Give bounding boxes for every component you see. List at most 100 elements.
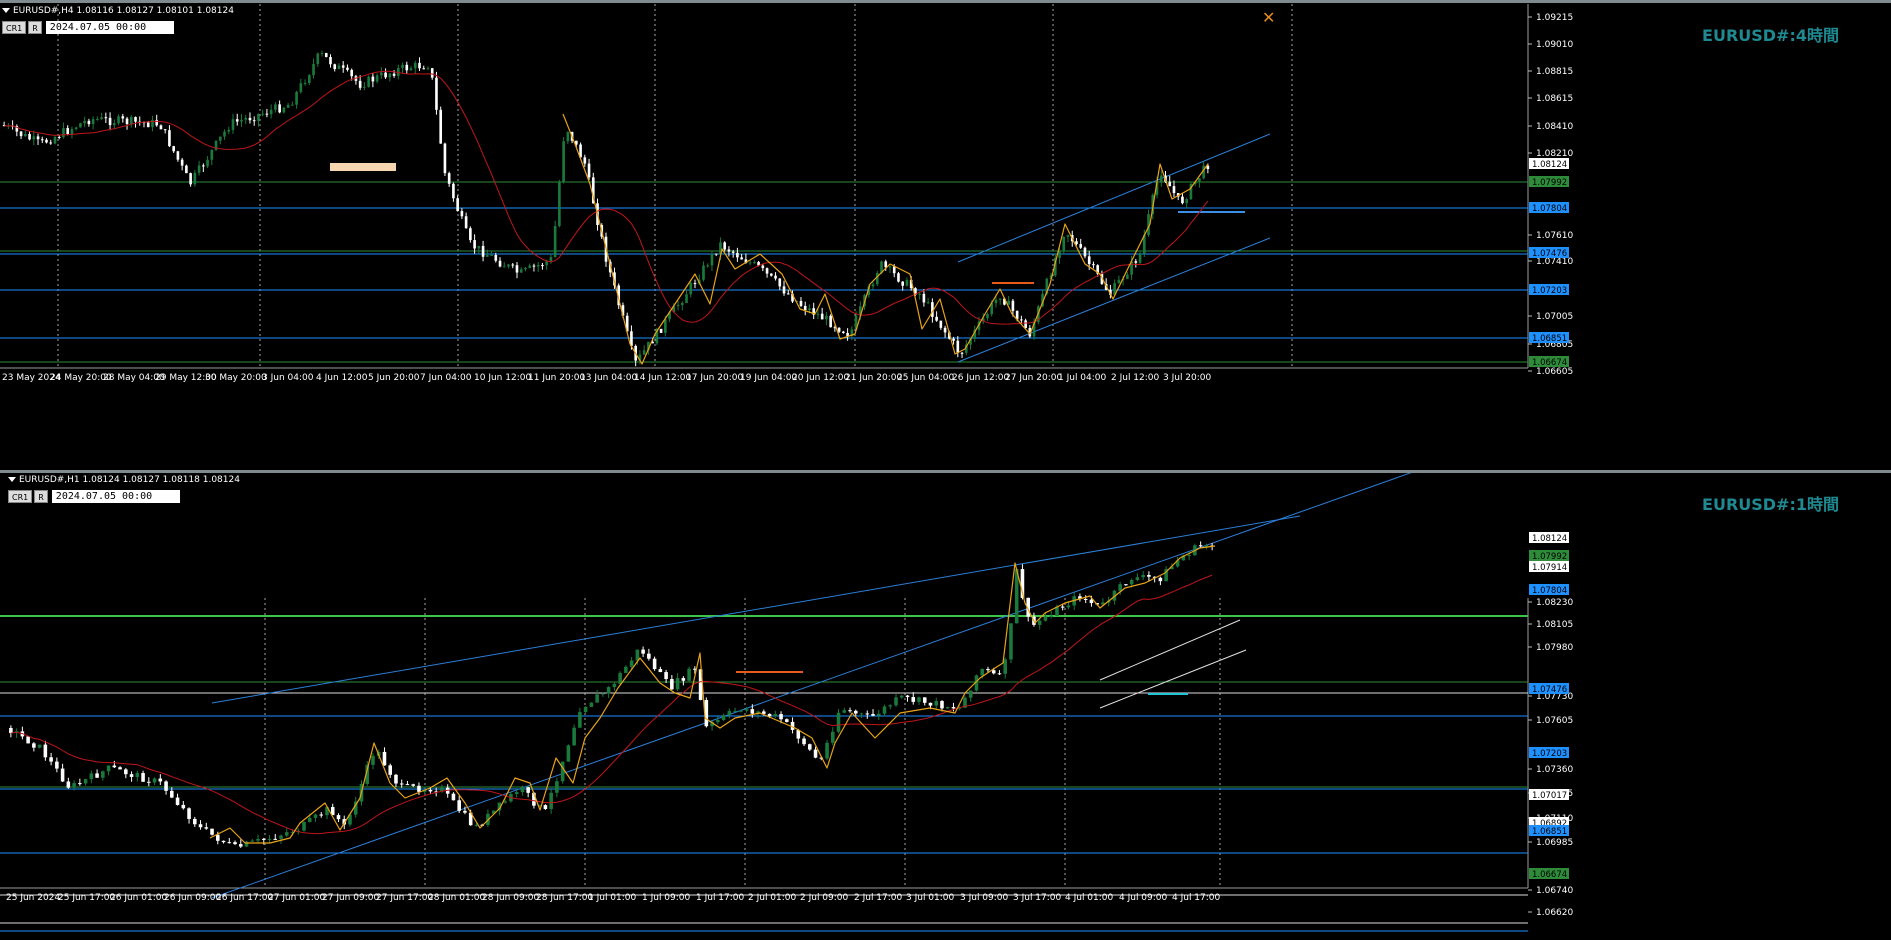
collapse-triangle-icon[interactable] bbox=[2, 8, 10, 13]
candle-body bbox=[295, 91, 298, 105]
time-axis-label: 1 Jul 04:00 bbox=[1058, 373, 1107, 383]
h4-watermark: EURUSD#:4時間 bbox=[1702, 26, 1839, 45]
candle-body bbox=[198, 824, 203, 828]
time-axis-label: 28 Jun 17:00 bbox=[536, 893, 593, 903]
candle-body bbox=[739, 710, 743, 712]
candle-body bbox=[1198, 178, 1201, 183]
time-axis-label: 28 Jun 09:00 bbox=[482, 893, 539, 903]
candle-body bbox=[731, 251, 735, 253]
candle-body bbox=[641, 649, 645, 654]
candle-body bbox=[1060, 606, 1065, 608]
h1-datetime-field[interactable]: 2024.07.05 00:00 bbox=[51, 490, 180, 503]
trend-line bbox=[957, 133, 1271, 263]
collapse-triangle-icon[interactable] bbox=[8, 477, 16, 482]
price-tag-text: 1.07476 bbox=[1532, 249, 1567, 259]
candle-body bbox=[710, 253, 714, 266]
candle-body bbox=[457, 800, 461, 811]
price-axis-label: 1.08210 bbox=[1536, 149, 1573, 159]
candle-body bbox=[560, 761, 565, 782]
time-axis-label: 3 Jun 04:00 bbox=[262, 373, 314, 383]
crosshair-cursor-icon: ✕ bbox=[1262, 8, 1276, 27]
time-axis-label: 20 Jun 12:00 bbox=[792, 373, 849, 383]
candle-body bbox=[831, 731, 835, 743]
candle-body bbox=[291, 104, 294, 106]
candle-body bbox=[736, 252, 739, 258]
candle-body bbox=[202, 165, 205, 167]
h1-toolbar: CR1 R 2024.07.05 00:00 bbox=[8, 490, 180, 503]
candle-body bbox=[991, 670, 996, 674]
candle-body bbox=[388, 765, 392, 775]
h1-r-button[interactable]: R bbox=[34, 490, 48, 503]
price-axis-label: 1.06620 bbox=[1536, 908, 1573, 918]
candle-body bbox=[773, 714, 778, 717]
h4-cr1-button[interactable]: CR1 bbox=[2, 21, 27, 34]
candle-body bbox=[227, 129, 231, 132]
candle-body bbox=[545, 261, 548, 266]
candle-body bbox=[1172, 186, 1176, 194]
candle-body bbox=[1020, 319, 1023, 321]
candle-body bbox=[146, 122, 150, 128]
candle-body bbox=[1141, 574, 1145, 578]
candle-body bbox=[901, 281, 905, 286]
candle-body bbox=[240, 119, 243, 122]
price-tag-text: 1.08124 bbox=[1532, 160, 1567, 170]
h1-ohlc-text: EURUSD#,H1 1.08124 1.08127 1.08118 1.081… bbox=[19, 475, 240, 485]
candle-body bbox=[998, 298, 1002, 300]
candle-body bbox=[443, 143, 447, 174]
time-axis-label: 3 Jul 17:00 bbox=[1013, 893, 1062, 903]
candle-body bbox=[612, 683, 617, 688]
candle-body bbox=[952, 338, 955, 341]
candle-body bbox=[19, 131, 23, 137]
candle-body bbox=[1062, 236, 1066, 251]
candle-body bbox=[463, 810, 467, 813]
candle-body bbox=[589, 702, 594, 707]
candle-body bbox=[428, 789, 433, 792]
candle-body bbox=[820, 313, 824, 320]
candle-body bbox=[49, 757, 53, 762]
trend-line bbox=[211, 473, 1412, 899]
h4-chart-canvas[interactable]: 1.09215 1.09010 1.08815 1.08615 1.08410 1.082… bbox=[0, 4, 1891, 470]
candle-body bbox=[313, 814, 318, 818]
candle-body bbox=[405, 64, 409, 71]
time-axis-label: 11 Jun 20:00 bbox=[528, 373, 585, 383]
h4-datetime-field[interactable]: 2024.07.05 00:00 bbox=[45, 21, 174, 34]
candle-body bbox=[888, 266, 892, 268]
candle-body bbox=[897, 273, 900, 282]
candle-body bbox=[405, 784, 410, 786]
price-axis-label: 1.07610 bbox=[1536, 231, 1573, 241]
candle-body bbox=[727, 249, 731, 252]
chart-pane-h1[interactable]: 1.08230 1.08105 1.07980 1.07730 1.07605 1.073… bbox=[0, 473, 1891, 940]
candle-body bbox=[1087, 256, 1091, 265]
candle-body bbox=[986, 314, 989, 319]
candle-body bbox=[553, 226, 557, 258]
candle-body bbox=[744, 709, 749, 711]
candle-body bbox=[905, 695, 910, 698]
candle-body bbox=[774, 275, 777, 279]
candle-body bbox=[261, 838, 266, 840]
candle-body bbox=[543, 805, 548, 809]
candle-body bbox=[624, 666, 628, 673]
candle-body bbox=[279, 835, 283, 839]
candle-body bbox=[578, 712, 582, 728]
candle-body bbox=[583, 157, 587, 164]
candle-body bbox=[409, 68, 413, 71]
h1-chart-canvas[interactable]: 1.082301.081051.079801.077301.076051.073… bbox=[0, 473, 1891, 940]
candle-body bbox=[769, 273, 773, 276]
price-tag-text: 1.06674 bbox=[1532, 358, 1567, 368]
time-axis-label: 13 Jun 04:00 bbox=[580, 373, 637, 383]
candle-body bbox=[367, 76, 370, 87]
candle-body bbox=[1135, 577, 1140, 581]
candle-body bbox=[813, 749, 818, 758]
candle-body bbox=[549, 792, 553, 809]
candle-body bbox=[532, 265, 536, 267]
candle-body bbox=[1204, 545, 1209, 547]
h1-cr1-button[interactable]: CR1 bbox=[8, 490, 33, 503]
candle-body bbox=[681, 678, 686, 681]
candle-body bbox=[380, 72, 383, 76]
candle-body bbox=[422, 68, 426, 70]
price-axis-label: 1.06985 bbox=[1536, 838, 1573, 848]
h4-r-button[interactable]: R bbox=[28, 21, 42, 34]
chart-pane-h4[interactable]: 1.09215 1.09010 1.08815 1.08615 1.08410 1.082… bbox=[0, 4, 1891, 470]
time-axis-label: 27 Jun 01:00 bbox=[268, 893, 325, 903]
candle-body bbox=[235, 119, 239, 122]
